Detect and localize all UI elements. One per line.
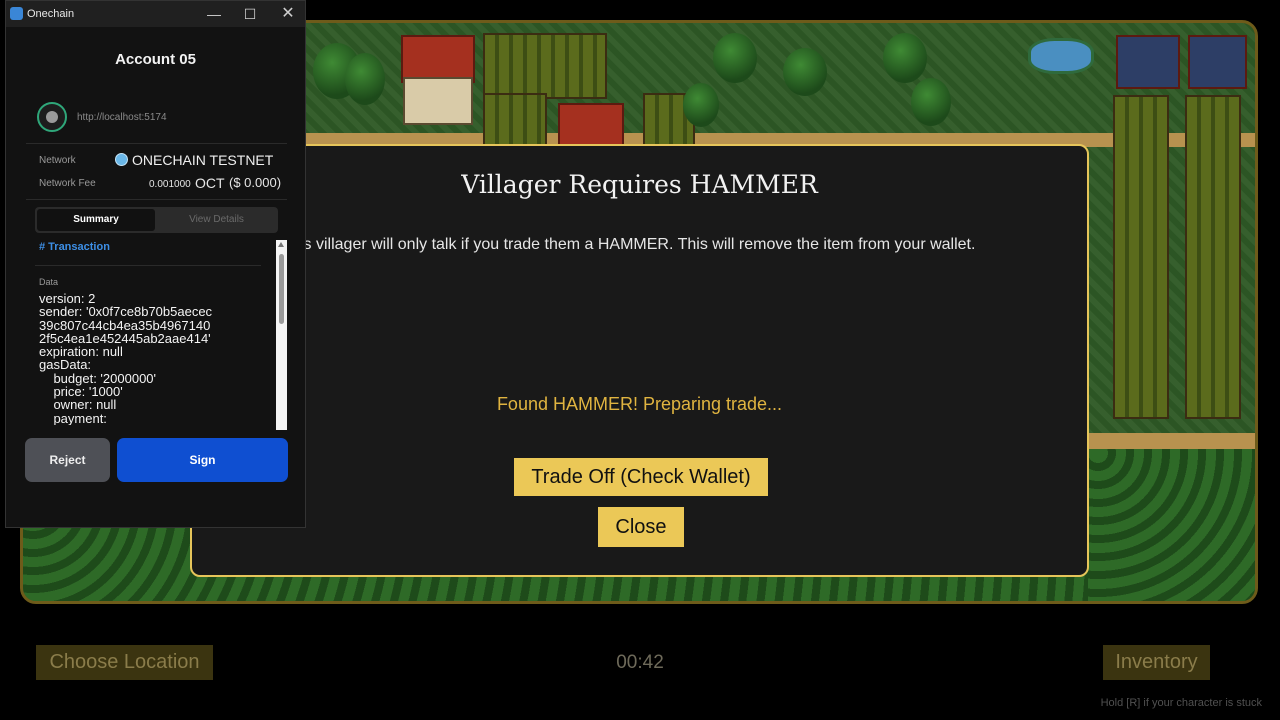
inventory-button[interactable]: Inventory xyxy=(1103,645,1210,680)
site-origin-icon xyxy=(37,102,67,132)
pond xyxy=(1028,38,1094,74)
sign-button[interactable]: Sign xyxy=(117,438,288,482)
tab-view-details[interactable]: View Details xyxy=(157,209,276,231)
house-roof xyxy=(401,35,475,83)
data-label: Data xyxy=(39,277,59,287)
tree xyxy=(683,83,719,127)
tree xyxy=(911,78,951,126)
trade-off-button[interactable]: Trade Off (Check Wallet) xyxy=(514,458,768,496)
network-fee-unit: OCT xyxy=(195,175,225,191)
villager-dialog: Villager Requires HAMMER s villager will… xyxy=(190,144,1089,577)
minimize-icon[interactable]: — xyxy=(202,4,226,24)
wallet-window: Onechain — ☐ ✕ Account 05 http://localho… xyxy=(5,0,306,528)
close-button[interactable]: Close xyxy=(598,507,684,547)
scroll-up-icon[interactable] xyxy=(278,242,284,247)
stuck-hint: Hold [R] if your character is stuck xyxy=(1100,697,1262,709)
tree xyxy=(783,48,827,96)
divider xyxy=(26,199,287,200)
scrollbar[interactable] xyxy=(276,240,287,430)
close-icon[interactable]: ✕ xyxy=(276,4,300,24)
maximize-icon[interactable]: ☐ xyxy=(238,4,262,24)
reject-button[interactable]: Reject xyxy=(25,438,110,482)
tab-summary[interactable]: Summary xyxy=(37,209,155,231)
house xyxy=(403,77,473,125)
tree xyxy=(883,33,927,83)
network-fee-amount: 0.001000 xyxy=(149,179,191,190)
tab-bar: Summary View Details xyxy=(35,207,278,233)
greenhouse xyxy=(1188,35,1247,89)
tree xyxy=(345,53,385,105)
dirt-path-east xyxy=(1083,433,1255,449)
greenhouse xyxy=(1116,35,1180,89)
network-label: Network xyxy=(39,155,76,166)
dialog-status: Found HAMMER! Preparing trade... xyxy=(496,394,783,414)
tree xyxy=(713,33,757,83)
choose-location-button[interactable]: Choose Location xyxy=(36,645,213,680)
network-fee-usd: ($ 0.000) xyxy=(229,175,282,190)
window-titlebar[interactable]: Onechain — ☐ ✕ xyxy=(6,1,305,27)
scrollbar-thumb[interactable] xyxy=(279,254,284,324)
divider xyxy=(26,143,287,144)
network-fee-label: Network Fee xyxy=(39,178,96,189)
account-title: Account 05 xyxy=(115,51,196,68)
divider xyxy=(35,265,261,266)
origin-url: http://localhost:5174 xyxy=(77,112,167,123)
dialog-title: Villager Requires HAMMER xyxy=(461,170,818,199)
transaction-header[interactable]: # Transaction xyxy=(39,241,110,253)
dialog-message: s villager will only talk if you trade t… xyxy=(303,236,976,253)
crop-field xyxy=(483,33,607,99)
forest-east xyxy=(1088,443,1255,601)
crop-field xyxy=(1113,95,1169,419)
crop-field xyxy=(1185,95,1241,419)
network-icon xyxy=(115,153,128,166)
network-value: ONECHAIN TESTNET xyxy=(132,152,274,168)
game-timer: 00:42 xyxy=(616,652,664,673)
onechain-app-icon xyxy=(10,7,23,20)
transaction-data: version: 2 sender: '0x0f7ce8b70b5aecec 3… xyxy=(39,292,213,425)
window-title: Onechain xyxy=(27,8,75,20)
